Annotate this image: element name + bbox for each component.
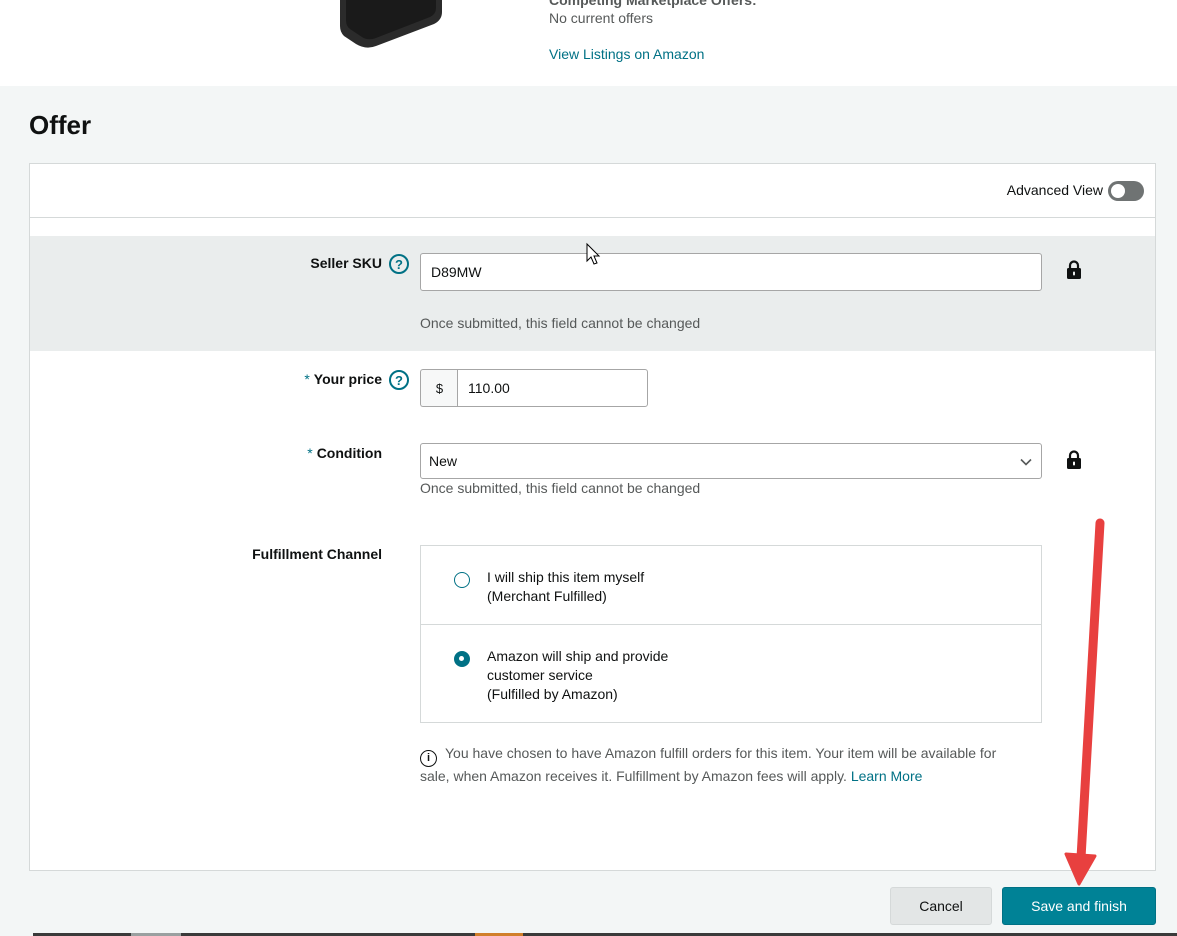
view-listings-link[interactable]: View Listings on Amazon xyxy=(549,46,704,62)
card-header: Advanced View xyxy=(30,164,1155,218)
learn-more-link[interactable]: Learn More xyxy=(851,768,923,784)
condition-value: New xyxy=(429,453,458,469)
info-icon: i xyxy=(420,750,437,767)
competing-offers-value: No current offers xyxy=(549,10,654,26)
cancel-button[interactable]: Cancel xyxy=(890,887,992,925)
fulfillment-option-fba[interactable]: Amazon will ship and provide customer se… xyxy=(421,625,1041,723)
option-line: (Merchant Fulfilled) xyxy=(487,588,607,604)
seller-sku-helper: Once submitted, this field cannot be cha… xyxy=(420,315,701,331)
condition-lock-icon xyxy=(1067,450,1081,469)
advanced-view-label: Advanced View xyxy=(1006,182,1103,198)
option-line: Amazon will ship and provide xyxy=(487,648,669,664)
product-image xyxy=(340,0,442,48)
seller-sku-lock-icon xyxy=(1067,260,1081,279)
fulfillment-info: i You have chosen to have Amazon fulfill … xyxy=(420,744,1020,786)
merchant-fulfilled-text: I will ship this item myself (Merchant F… xyxy=(487,568,644,606)
advanced-view-toggle[interactable] xyxy=(1108,181,1144,201)
option-line: (Fulfilled by Amazon) xyxy=(487,686,618,702)
page-title: Offer xyxy=(29,110,92,140)
fulfillment-option-merchant[interactable]: I will ship this item myself (Merchant F… xyxy=(421,546,1041,625)
competing-offers-label: Competing Marketplace Offers: xyxy=(549,0,757,8)
offer-form-card: Advanced View Seller SKU ? D89MW Once su… xyxy=(29,163,1156,871)
seller-sku-help-icon[interactable]: ? xyxy=(389,254,409,274)
required-marker: * xyxy=(307,445,313,461)
condition-select[interactable]: New xyxy=(420,443,1042,479)
condition-helper: Once submitted, this field cannot be cha… xyxy=(420,480,701,496)
seller-sku-input[interactable]: D89MW xyxy=(420,253,1042,291)
required-marker: * xyxy=(304,371,310,387)
option-line: customer service xyxy=(487,667,593,683)
fba-text: Amazon will ship and provide customer se… xyxy=(487,647,668,704)
your-price-help-icon[interactable]: ? xyxy=(389,370,409,390)
condition-label: * Condition xyxy=(30,445,382,461)
your-price-input[interactable]: 110.00 xyxy=(457,369,648,407)
fulfillment-options: I will ship this item myself (Merchant F… xyxy=(420,545,1042,723)
fba-radio[interactable] xyxy=(454,651,470,667)
condition-label-text: Condition xyxy=(316,445,382,461)
currency-prefix: $ xyxy=(420,369,458,407)
your-price-label-text: Your price xyxy=(313,371,382,387)
product-summary: Competing Marketplace Offers: No current… xyxy=(0,0,1177,86)
save-and-finish-button[interactable]: Save and finish xyxy=(1002,887,1156,925)
your-price-label: * Your price xyxy=(30,371,382,387)
seller-sku-label: Seller SKU xyxy=(310,255,382,271)
toggle-knob xyxy=(1111,184,1125,198)
merchant-fulfilled-radio[interactable] xyxy=(454,572,470,588)
option-line: I will ship this item myself xyxy=(487,569,645,585)
chevron-down-icon xyxy=(1020,458,1032,466)
fulfillment-channel-label: Fulfillment Channel xyxy=(252,546,382,562)
